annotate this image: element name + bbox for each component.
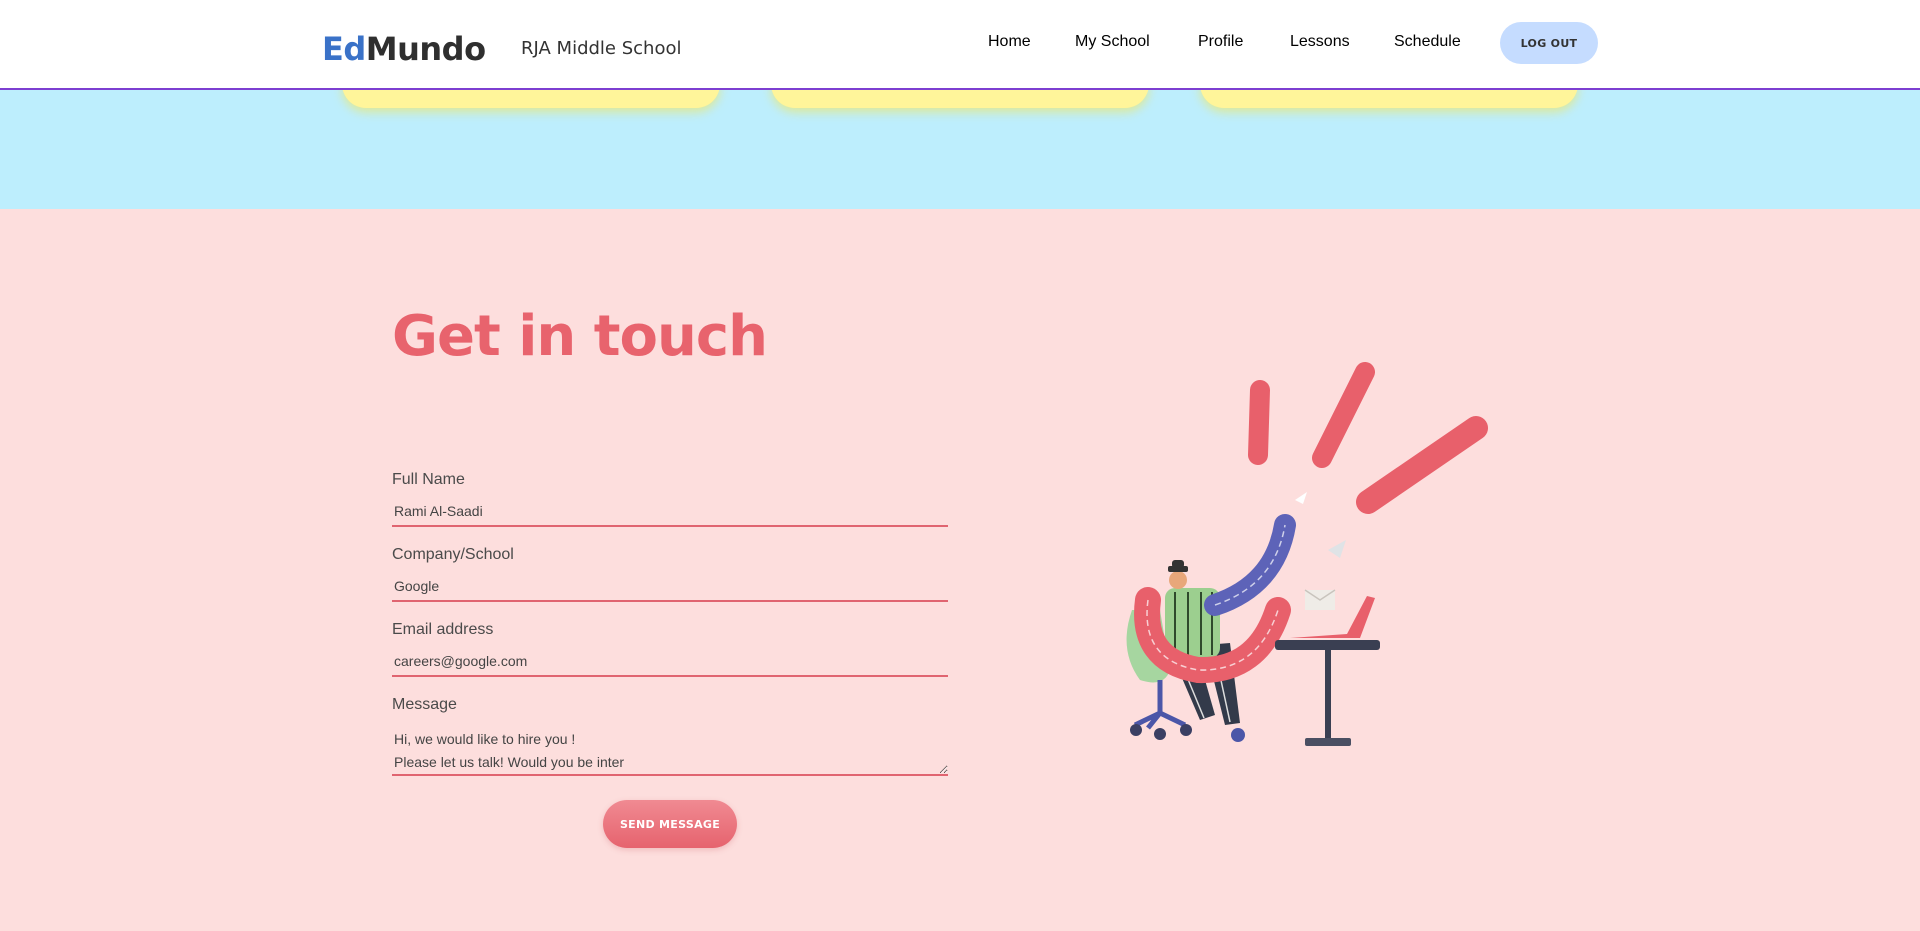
- red-stroke-1: [1248, 380, 1270, 465]
- company-input[interactable]: [392, 572, 948, 602]
- desk-top: [1275, 640, 1380, 650]
- full-name-label: Full Name: [392, 471, 465, 488]
- person-at-desk-illustration: [1126, 362, 1488, 746]
- logo-text-ed: Ed: [322, 30, 366, 68]
- nav-schedule[interactable]: Schedule: [1394, 33, 1461, 51]
- send-message-button[interactable]: SEND MESSAGE: [603, 800, 737, 848]
- email-label: Email address: [392, 621, 494, 638]
- edmundo-logo[interactable]: EdMundo: [322, 30, 486, 68]
- company-label: Company/School: [392, 546, 514, 563]
- logo-text-mundo: Mundo: [365, 30, 486, 68]
- nav-home[interactable]: Home: [988, 33, 1031, 51]
- head: [1169, 571, 1187, 589]
- red-stroke-2: [1312, 362, 1375, 468]
- red-stroke-3: [1356, 416, 1488, 514]
- top-navigation-bar: EdMundo RJA Middle School Home My School…: [0, 0, 1920, 90]
- email-input[interactable]: [392, 647, 948, 677]
- contact-title: Get in touch: [392, 304, 768, 369]
- paper-plane: [1328, 540, 1346, 558]
- nav-lessons[interactable]: Lessons: [1290, 33, 1350, 51]
- message-label: Message: [392, 696, 457, 713]
- blue-arm: [1204, 514, 1296, 616]
- nav-my-school[interactable]: My School: [1075, 33, 1150, 51]
- paper-plane-small: [1295, 492, 1307, 504]
- logout-button[interactable]: LOG OUT: [1500, 22, 1598, 64]
- message-textarea[interactable]: Hi, we would like to hire you ! Please l…: [392, 724, 948, 776]
- full-name-input[interactable]: [392, 497, 948, 527]
- school-name: RJA Middle School: [521, 38, 682, 59]
- nav-profile[interactable]: Profile: [1198, 33, 1243, 51]
